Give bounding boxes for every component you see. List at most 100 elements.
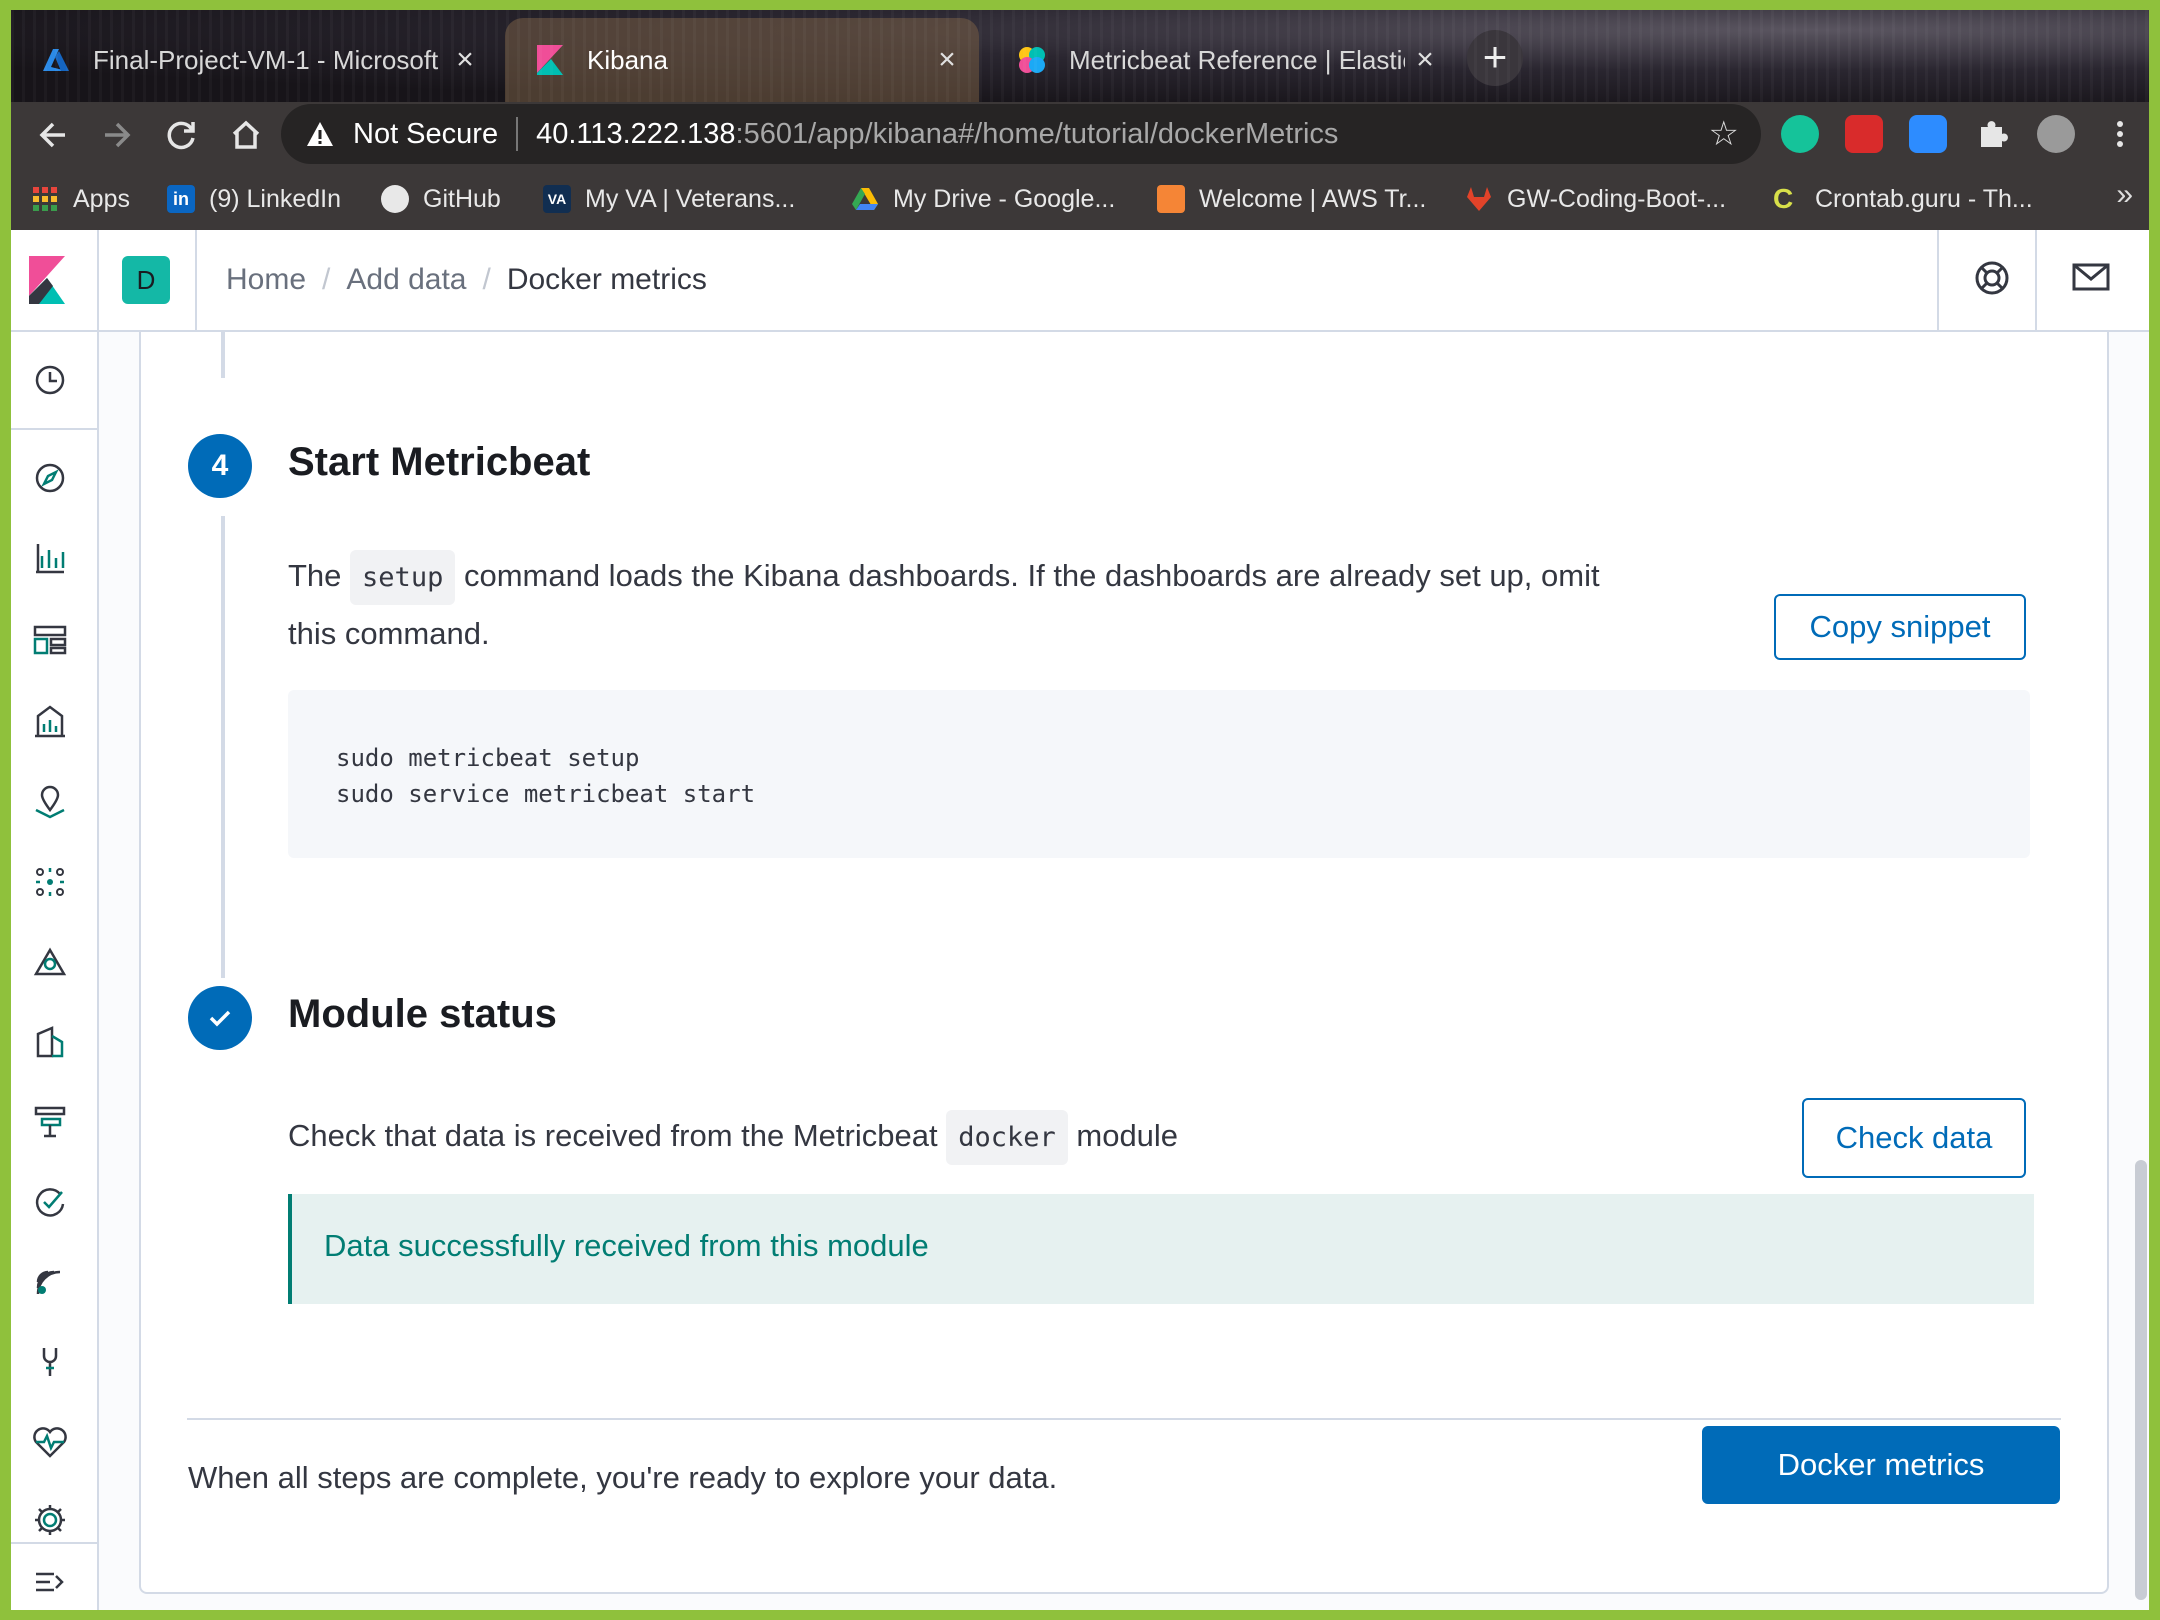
machine-learning-icon[interactable] — [30, 862, 70, 902]
code-line: sudo metricbeat setup — [336, 744, 640, 772]
tab-kibana[interactable]: Kibana × — [505, 18, 979, 102]
success-message: Data successfully received from this mod… — [324, 1228, 929, 1263]
close-tab-icon[interactable]: × — [927, 43, 967, 77]
bookmark-linkedin[interactable]: in (9) LinkedIn — [167, 168, 341, 230]
bookmark-crontab[interactable]: C Crontab.guru - Th... — [1773, 168, 2033, 230]
breadcrumb-home[interactable]: Home — [226, 263, 306, 297]
maps-icon[interactable] — [30, 782, 70, 822]
recently-viewed-clock-icon[interactable] — [30, 360, 70, 400]
linkedin-icon: in — [167, 185, 195, 213]
security-label: Not Secure — [353, 117, 499, 150]
address-bar[interactable]: Not Secure 40.113.222.138:5601/app/kiban… — [281, 104, 1761, 164]
browser-toolbar: Not Secure 40.113.222.138:5601/app/kiban… — [11, 102, 2149, 168]
space-avatar[interactable]: D — [122, 256, 170, 304]
bookmark-label: GW-Coding-Boot-... — [1507, 184, 1727, 213]
bookmark-label: Crontab.guru - Th... — [1815, 184, 2033, 213]
kibana-logo-icon[interactable] — [27, 256, 67, 304]
management-gear-icon[interactable] — [30, 1500, 70, 1540]
bookmark-label: My Drive - Google... — [893, 184, 1116, 213]
bookmark-label: GitHub — [423, 184, 501, 213]
close-tab-icon[interactable]: × — [445, 43, 485, 77]
newsfeed-mail-icon[interactable] — [2071, 260, 2111, 294]
step-title: Start Metricbeat — [288, 440, 591, 484]
step-connector — [221, 332, 225, 378]
bookmark-star-icon[interactable]: ☆ — [1709, 114, 1739, 154]
close-tab-icon[interactable]: × — [1405, 43, 1445, 77]
siem-icon[interactable] — [30, 1262, 70, 1302]
omnibox-separator — [516, 117, 519, 151]
bookmark-my-va[interactable]: VA My VA | Veterans... — [543, 168, 795, 230]
logs-icon[interactable] — [30, 1022, 70, 1062]
va-icon: VA — [543, 185, 571, 213]
new-tab-button[interactable]: + — [1467, 30, 1523, 86]
main-content: 4 Start Metricbeat The setup command loa… — [99, 332, 2149, 1610]
module-status-description: Check that data is received from the Met… — [288, 1108, 1178, 1166]
url-host: 40.113.222.138 — [536, 117, 736, 150]
grammarly-extension-icon[interactable] — [1781, 115, 1819, 153]
canvas-icon[interactable] — [30, 702, 70, 742]
github-icon — [381, 185, 409, 213]
warning-icon — [307, 122, 333, 146]
profile-avatar[interactable] — [2037, 115, 2075, 153]
step-number-badge: 4 — [188, 434, 252, 498]
azure-icon — [43, 49, 69, 71]
breadcrumb-current: Docker metrics — [506, 263, 707, 296]
docker-metrics-dashboard-button[interactable]: Docker metrics dashboard — [1702, 1426, 2060, 1560]
zoom-extension-icon[interactable] — [1909, 115, 1947, 153]
step-text: module — [1076, 1118, 1179, 1153]
copy-snippet-button[interactable]: Copy snippet — [1774, 594, 2026, 660]
apm-icon[interactable] — [30, 1102, 70, 1142]
inline-code: docker — [946, 1110, 1068, 1165]
browser-menu-icon[interactable] — [2101, 115, 2139, 153]
visualize-chart-icon[interactable] — [30, 538, 70, 578]
dashboard-icon[interactable] — [30, 620, 70, 660]
stack-monitoring-heartbeat-icon[interactable] — [30, 1422, 70, 1462]
help-lifebuoy-icon[interactable] — [1972, 258, 2012, 298]
step-connector — [221, 516, 225, 978]
uptime-icon[interactable] — [30, 1182, 70, 1222]
step-text: this command. — [288, 616, 490, 651]
url-path: :5601/app/kibana#/home/tutorial/dockerMe… — [735, 117, 1339, 150]
header-divider — [1937, 230, 1939, 330]
header-divider — [195, 230, 197, 330]
bookmarks-bar: Apps in (9) LinkedIn GitHub VA My VA | V… — [11, 168, 2149, 230]
tutorial-panel: 4 Start Metricbeat The setup command loa… — [139, 332, 2109, 1594]
bookmark-gitlab[interactable]: GW-Coding-Boot-... — [1465, 168, 1726, 230]
lastpass-extension-icon[interactable] — [1845, 115, 1883, 153]
apps-grid-icon — [33, 187, 57, 211]
kibana-side-nav — [11, 332, 99, 1610]
google-drive-icon — [852, 188, 878, 210]
tab-title: Metricbeat Reference | Elastic — [1069, 44, 1405, 75]
checkmark-icon — [209, 1010, 231, 1027]
breadcrumb-separator: / — [322, 263, 331, 296]
discover-compass-icon[interactable] — [30, 458, 70, 498]
step-text: The — [288, 558, 342, 593]
bookmark-google-drive[interactable]: My Drive - Google... — [851, 168, 1115, 230]
step-complete-badge — [188, 986, 252, 1050]
breadcrumb-add-data[interactable]: Add data — [346, 263, 466, 297]
breadcrumb: Home / Add data / Docker metrics — [226, 230, 707, 330]
infrastructure-icon[interactable] — [30, 942, 70, 982]
step-text: Check that data is received from the Met… — [288, 1118, 938, 1153]
kibana-icon — [537, 45, 563, 75]
back-arrow-icon[interactable] — [29, 110, 79, 160]
code-line: sudo service metricbeat start — [336, 780, 756, 808]
home-icon[interactable] — [221, 110, 271, 160]
bookmark-aws[interactable]: Welcome | AWS Tr... — [1157, 168, 1426, 230]
reload-icon[interactable] — [157, 110, 207, 160]
crontab-icon: C — [1773, 183, 1794, 214]
bookmark-label: (9) LinkedIn — [209, 184, 342, 213]
forward-arrow-icon[interactable] — [91, 110, 141, 160]
more-bookmarks-icon[interactable]: » — [2116, 178, 2133, 212]
check-data-button[interactable]: Check data — [1802, 1098, 2026, 1178]
page-scrollbar[interactable] — [2135, 1160, 2147, 1600]
collapse-menu-icon[interactable] — [30, 1562, 70, 1602]
dev-tools-wrench-icon[interactable] — [30, 1342, 70, 1382]
elastic-icon — [1019, 47, 1045, 73]
extensions-puzzle-icon[interactable] — [1973, 115, 2011, 153]
bookmark-github[interactable]: GitHub — [381, 168, 501, 230]
bookmark-apps[interactable]: Apps — [31, 168, 130, 230]
tab-metricbeat-reference[interactable]: Metricbeat Reference | Elastic × — [987, 18, 1457, 102]
step-description: The setup command loads the Kibana dashb… — [288, 548, 1708, 662]
tab-azure[interactable]: Final-Project-VM-1 - Microsoft × — [11, 18, 497, 102]
